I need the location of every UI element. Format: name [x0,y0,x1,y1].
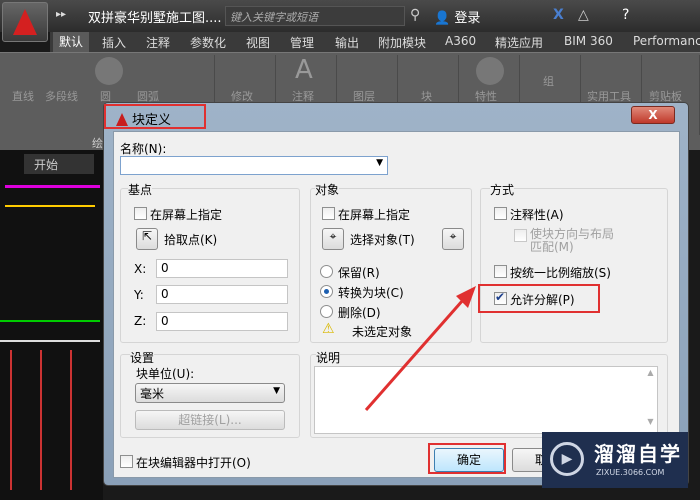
play-logo-icon: ▶ [550,442,584,476]
annotation-arrow [364,286,476,411]
watermark-url: ZIXUE.3066.COM [596,468,665,477]
watermark: ▶ 溜溜自学 ZIXUE.3066.COM [542,432,688,488]
watermark-name: 溜溜自学 [594,442,682,466]
